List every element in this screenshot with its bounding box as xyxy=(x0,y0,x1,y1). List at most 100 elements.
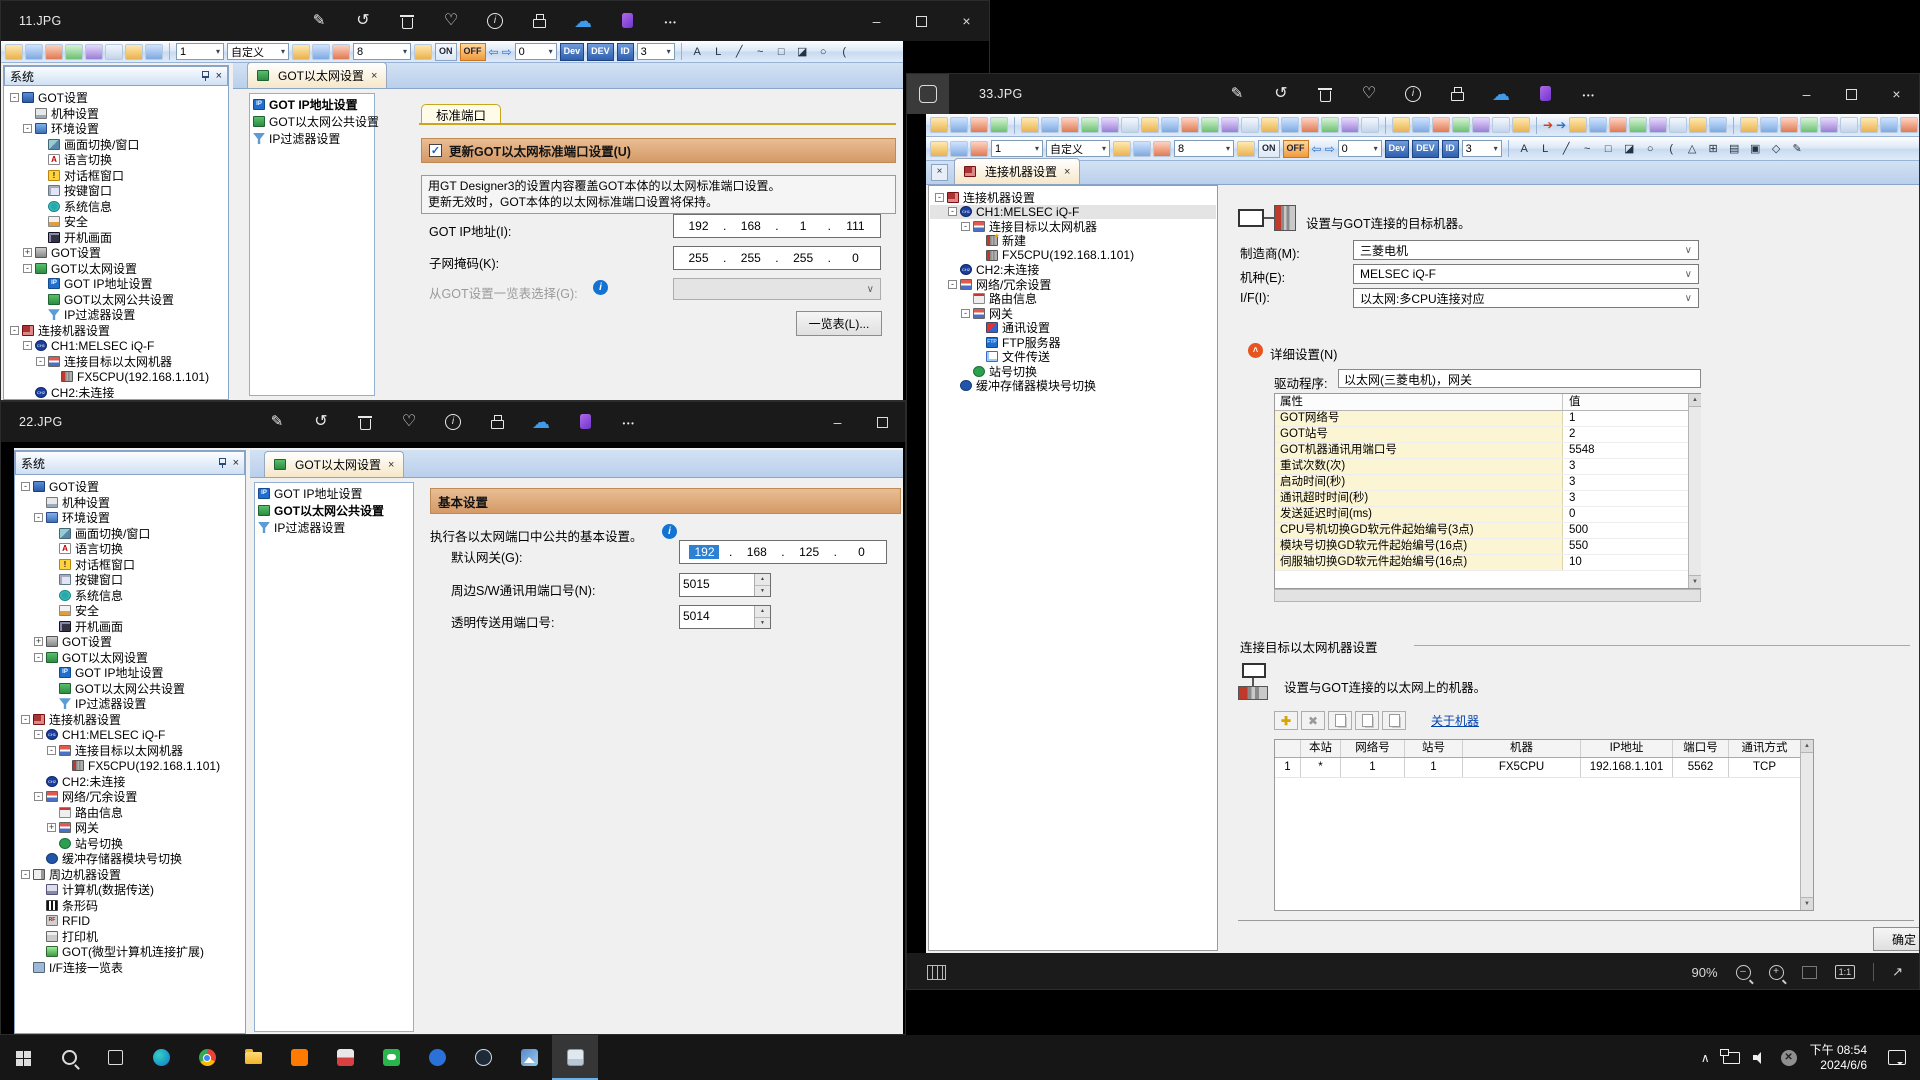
tree-item[interactable]: FX5CPU(192.168.1.101) xyxy=(5,369,227,385)
status-x-icon[interactable]: ✕ xyxy=(1781,1050,1797,1066)
tree-item[interactable]: - CH1:MELSEC iQ-F xyxy=(5,338,227,354)
tree-item[interactable]: - CH1:MELSEC iQ-F xyxy=(16,727,244,743)
fontsize-dropdown[interactable]: 8 xyxy=(1174,140,1234,157)
minimize-button[interactable]: – xyxy=(1784,74,1829,114)
draw-tool-icon[interactable]: ✎ xyxy=(1788,140,1807,158)
expand-toggle-icon[interactable]: - xyxy=(21,715,30,724)
nav-item[interactable]: IP过滤器设置 xyxy=(250,130,374,147)
expand-toggle-icon[interactable]: + xyxy=(34,637,43,646)
tree-item[interactable]: + GOT设置 xyxy=(5,245,227,261)
forward-icon[interactable]: ➔ xyxy=(1543,118,1553,132)
photos-app-icon[interactable] xyxy=(907,74,949,114)
tree-item[interactable]: GOT以太网公共设置 xyxy=(5,292,227,308)
tree-item[interactable]: + GOT设置 xyxy=(16,634,244,650)
tree-item[interactable]: 安全 xyxy=(5,214,227,230)
expand-toggle-icon[interactable]: - xyxy=(10,93,19,102)
photo-toolbar-icon[interactable] xyxy=(354,12,372,30)
panel-header[interactable]: 系统 × xyxy=(15,451,245,475)
expand-toggle-icon[interactable]: - xyxy=(34,730,43,739)
draw-tool-icon[interactable]: A xyxy=(1515,140,1534,158)
photo-toolbar-icon[interactable] xyxy=(1272,85,1290,103)
peripheral-port-field[interactable]: 5015 ▲▼ xyxy=(679,573,771,597)
dev-button[interactable]: Dev xyxy=(560,43,585,61)
property-row[interactable]: 发送延迟时间(ms) 0 xyxy=(1275,507,1700,523)
zoom-out-icon[interactable]: – xyxy=(1736,965,1751,980)
duplicate-button[interactable] xyxy=(1355,711,1379,730)
custom-dropdown[interactable]: 自定义 xyxy=(227,43,289,60)
expand-toggle-icon[interactable]: - xyxy=(23,264,32,273)
photo-toolbar-icon[interactable] xyxy=(576,413,594,431)
draw-tool-icon[interactable]: ~ xyxy=(751,43,770,61)
tree-item[interactable]: 机种设置 xyxy=(5,106,227,122)
off-button[interactable]: OFF xyxy=(1283,140,1309,158)
maximize-button[interactable] xyxy=(899,1,944,41)
pin-icon[interactable] xyxy=(201,71,210,81)
id-button[interactable]: ID xyxy=(1442,140,1459,158)
prev-arrow-icon[interactable]: ⇦ xyxy=(1312,142,1322,156)
tree-item[interactable]: 缓冲存储器模块号切换 xyxy=(930,379,1216,394)
photo-toolbar-icon[interactable] xyxy=(574,12,592,30)
maximize-button[interactable] xyxy=(860,402,905,442)
tabbar-close-icon[interactable]: × xyxy=(931,164,948,181)
tree-item[interactable]: 站号切换 xyxy=(16,836,244,852)
paste-button[interactable] xyxy=(1382,711,1406,730)
tree-item[interactable]: + 网关 xyxy=(16,820,244,836)
search-button[interactable] xyxy=(46,1035,92,1080)
tree-item[interactable]: FTP服务器 xyxy=(930,335,1216,350)
got-ip-field[interactable]: 192. 168. 1. 111 xyxy=(673,214,881,238)
info-icon[interactable]: i xyxy=(593,280,608,295)
tree-item[interactable]: CH2:未连接 xyxy=(930,263,1216,278)
task-view-button[interactable] xyxy=(92,1035,138,1080)
zoom-in-icon[interactable]: + xyxy=(1769,965,1784,980)
property-row[interactable]: 模块号切换GD软元件起始编号(16点) 550 xyxy=(1275,539,1700,555)
draw-tool-icon[interactable]: ▤ xyxy=(1725,140,1744,158)
copy-button[interactable] xyxy=(1328,711,1352,730)
tree-item[interactable]: - 周边机器设置 xyxy=(16,867,244,883)
expand-toggle-icon[interactable]: - xyxy=(961,222,970,231)
toolbar-icons[interactable] xyxy=(1740,117,1920,133)
tree-item[interactable]: GOT IP地址设置 xyxy=(5,276,227,292)
add-device-button[interactable]: ✚ xyxy=(1274,711,1298,730)
property-row[interactable]: 通讯超时时间(秒) 3 xyxy=(1275,491,1700,507)
ok-button[interactable]: 确定 xyxy=(1873,927,1920,951)
got-list-combo[interactable] xyxy=(673,278,881,300)
photo-toolbar-icon[interactable] xyxy=(400,413,418,431)
panel-header[interactable]: 系统 × xyxy=(4,66,228,86)
tree-item[interactable]: 条形码 xyxy=(16,898,244,914)
photo-toolbar-icon[interactable] xyxy=(1580,85,1598,103)
property-row[interactable]: 启动时间(秒) 3 xyxy=(1275,475,1700,491)
toolbar-icons[interactable] xyxy=(1021,117,1379,133)
minimize-button[interactable]: – xyxy=(854,1,899,41)
draw-tool-icon[interactable]: ( xyxy=(835,43,854,61)
property-row[interactable]: GOT网络号 1 xyxy=(1275,411,1700,427)
next-arrow-icon[interactable]: ⇨ xyxy=(1325,142,1335,156)
photo-toolbar-icon[interactable] xyxy=(1536,85,1554,103)
photo-toolbar-icon[interactable] xyxy=(1316,85,1334,103)
photos-app-icon[interactable] xyxy=(506,1035,552,1080)
expand-toggle-icon[interactable]: - xyxy=(21,482,30,491)
photo-toolbar-icon[interactable] xyxy=(444,413,462,431)
tree-item[interactable]: 开机画面 xyxy=(5,230,227,246)
draw-tools[interactable]: AL╱~□◪○( xyxy=(688,43,854,61)
info-icon[interactable]: i xyxy=(662,524,677,539)
device-table-row[interactable]: 1*11FX5CPU192.168.1.1015562TCP xyxy=(1275,758,1813,778)
table-scrollbar[interactable] xyxy=(1688,394,1701,588)
off-button[interactable]: OFF xyxy=(460,43,486,61)
tree-item[interactable]: 通讯设置 xyxy=(930,321,1216,336)
draw-tool-icon[interactable]: ◇ xyxy=(1767,140,1786,158)
photos-active-icon[interactable] xyxy=(552,1035,598,1080)
photo-toolbar-icon[interactable] xyxy=(310,12,328,30)
nav-item[interactable]: GOT IP地址设置 xyxy=(250,96,374,113)
draw-tool-icon[interactable]: △ xyxy=(1683,140,1702,158)
tree-item[interactable]: - GOT以太网设置 xyxy=(16,650,244,666)
photo-toolbar-icon[interactable] xyxy=(356,413,374,431)
start-button[interactable] xyxy=(0,1035,46,1080)
tree-item[interactable]: 新建 xyxy=(930,234,1216,249)
id-button[interactable]: ID xyxy=(617,43,634,61)
about-device-link[interactable]: 关于机器 xyxy=(1431,712,1479,729)
draw-tool-icon[interactable]: ◪ xyxy=(1620,140,1639,158)
tree-item[interactable]: - GOT设置 xyxy=(16,479,244,495)
selected-octet[interactable]: 192 xyxy=(689,545,719,559)
tree-item[interactable]: - 连接机器设置 xyxy=(5,323,227,339)
tree-item[interactable]: 按键窗口 xyxy=(16,572,244,588)
